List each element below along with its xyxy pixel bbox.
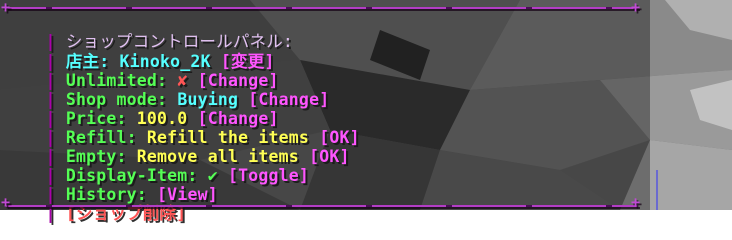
chat-line-price: | Price: 100.0 [Change] [5, 90, 279, 128]
chat-line-empty: | Empty: Remove all items [OK] [5, 128, 350, 166]
bottom-separator [6, 205, 638, 207]
empty-ok-button[interactable]: [OK] [309, 147, 350, 166]
chat-line-refill: | Refill: Refill the items [OK] [5, 109, 360, 147]
chat-line-delete: | [ショップ削除] [5, 185, 187, 223]
chat-scrollbar[interactable] [656, 170, 658, 210]
bottom-right-plus: + [631, 193, 641, 211]
top-separator [6, 7, 638, 9]
bottom-left-plus: + [1, 193, 11, 211]
chat-line-unlimited: | Unlimited: ✘ [Change] [5, 52, 279, 90]
chat-line-shop-mode: | Shop mode: Buying [Change] [5, 71, 330, 109]
chat-line-display-item: | Display-Item: ✔ [Toggle] [5, 147, 309, 185]
top-right-plus: + [631, 0, 641, 16]
chat-line-history: | History: [View] [5, 166, 218, 204]
display-item-toggle-button[interactable]: [Toggle] [228, 166, 309, 185]
chat-panel: + + | ショップコントロールパネル: | 店主: Kinoko_2K [変更… [0, 0, 650, 223]
chat-line-owner: | 店主: Kinoko_2K [変更] [5, 33, 275, 71]
chat-line-title: | ショップコントロールパネル: [5, 13, 293, 51]
